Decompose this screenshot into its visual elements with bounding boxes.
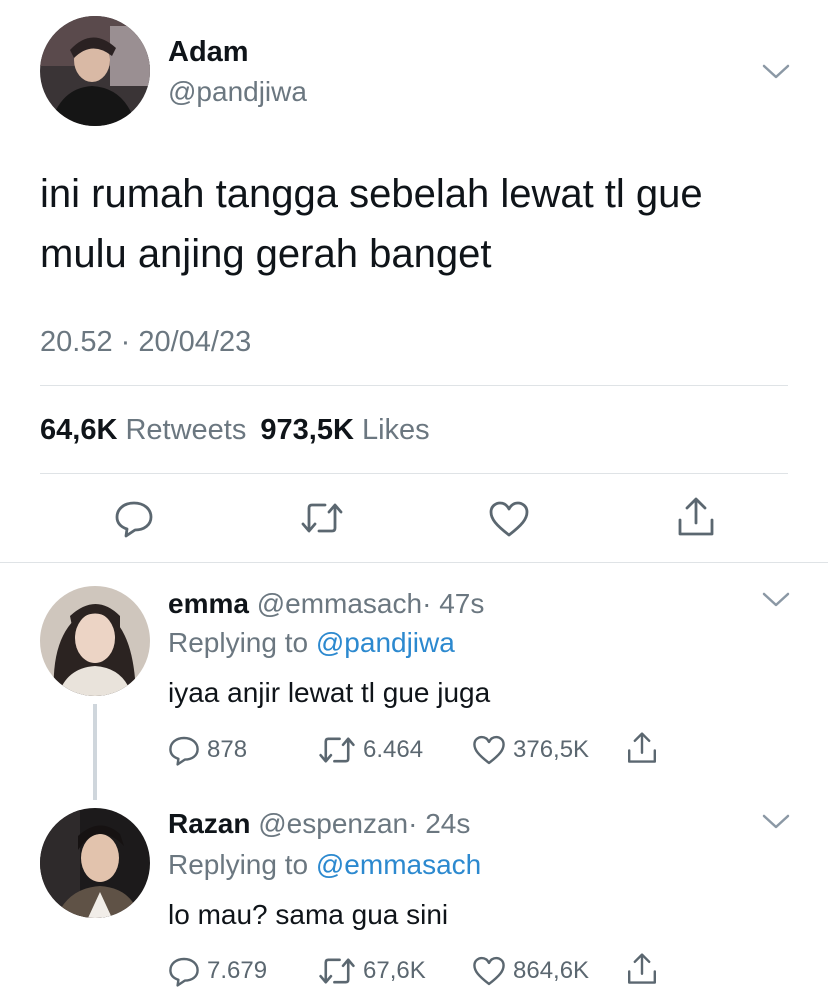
share-icon: [678, 497, 714, 536]
chevron-down-icon[interactable]: [762, 592, 790, 608]
likes-label[interactable]: Likes: [362, 414, 430, 446]
reply-header: Razan @espenzan· 24s: [168, 808, 470, 840]
divider: [40, 385, 788, 386]
reply-text: iyaa anjir lewat tl gue juga: [168, 677, 491, 708]
like-icon: [473, 735, 505, 765]
reply-icon: [169, 736, 199, 766]
tweet-text: ini rumah tangga sebelah lewat tl gue mu…: [40, 164, 703, 284]
retweet-icon: [319, 958, 355, 984]
retweet-button[interactable]: 6.464: [318, 734, 423, 766]
like-icon: [489, 501, 529, 537]
author-name[interactable]: Adam: [168, 36, 249, 69]
author-avatar[interactable]: [40, 16, 150, 126]
retweet-count: 6.464: [363, 736, 424, 763]
reply-button[interactable]: [114, 498, 154, 538]
tweet-text-line: ini rumah tangga sebelah lewat tl gue: [40, 172, 703, 216]
like-icon: [473, 956, 505, 986]
like-count: 376,5K: [513, 736, 590, 763]
reply-count: 7.679: [207, 957, 268, 984]
reply-avatar[interactable]: [40, 808, 150, 918]
author-handle[interactable]: @pandjiwa: [168, 76, 307, 108]
retweets-count[interactable]: 64,6K: [40, 414, 117, 446]
like-button[interactable]: 864,6K: [472, 955, 589, 987]
reply-author-name[interactable]: emma: [168, 588, 249, 619]
reply-count: 878: [207, 736, 248, 763]
tweet-timestamp[interactable]: 20.52 · 20/04/23: [40, 326, 251, 359]
divider: [0, 562, 828, 563]
reply-age: · 47s: [422, 588, 485, 619]
reply-icon: [115, 501, 153, 538]
retweet-count: 67,6K: [363, 957, 426, 984]
reply-text: lo mau? sama gua sini: [168, 899, 449, 930]
replying-prefix: Replying to: [168, 627, 309, 658]
share-button[interactable]: [626, 731, 658, 765]
replying-to-link[interactable]: @emmasach: [316, 849, 481, 880]
like-button[interactable]: 376,5K: [472, 734, 589, 766]
reply-age: · 24s: [408, 808, 471, 839]
thread-connector: [93, 704, 97, 800]
divider: [40, 473, 788, 474]
like-button[interactable]: [488, 500, 530, 538]
reply-author-name[interactable]: Razan: [168, 808, 250, 839]
tweet-text-line: mulu anjing gerah banget: [40, 232, 492, 276]
retweet-button[interactable]: 67,6K: [318, 955, 426, 987]
reply-avatar[interactable]: [40, 586, 150, 696]
reply-author-handle[interactable]: @espenzan: [258, 808, 408, 839]
retweet-icon: [301, 503, 343, 533]
share-icon: [628, 732, 656, 763]
chevron-down-icon[interactable]: [762, 64, 790, 80]
reply-button[interactable]: 7.679: [168, 955, 267, 987]
replying-to: Replying to @emmasach: [168, 849, 481, 881]
reply-icon: [169, 957, 199, 987]
share-button[interactable]: [626, 952, 658, 986]
replying-prefix: Replying to: [168, 849, 309, 880]
share-icon: [628, 953, 656, 984]
reply-author-handle[interactable]: @emmasach: [257, 588, 422, 619]
reply-button[interactable]: 878: [168, 734, 247, 766]
replying-to-link[interactable]: @pandjiwa: [316, 627, 455, 658]
retweet-button[interactable]: [300, 500, 344, 536]
engagement-stats: 64,6K Retweets 973,5K Likes: [40, 414, 430, 447]
retweets-label[interactable]: Retweets: [125, 414, 246, 446]
reply-header: emma @emmasach· 47s: [168, 588, 484, 620]
retweet-icon: [319, 737, 355, 763]
replying-to: Replying to @pandjiwa: [168, 627, 455, 659]
like-count: 864,6K: [513, 957, 590, 984]
likes-count[interactable]: 973,5K: [260, 414, 354, 446]
share-button[interactable]: [676, 496, 716, 538]
chevron-down-icon[interactable]: [762, 814, 790, 830]
